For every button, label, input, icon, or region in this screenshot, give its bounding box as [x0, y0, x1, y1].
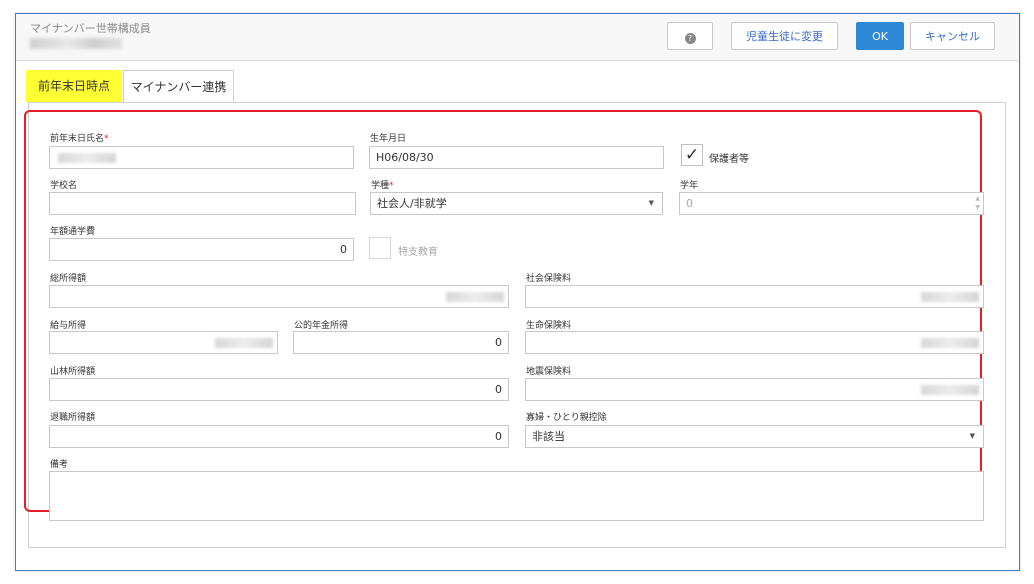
form-highlight-frame [24, 110, 982, 512]
cancel-button[interactable]: キャンセル [910, 22, 995, 50]
widow-deduction-label: 寡婦・ひとり親控除 [526, 413, 607, 423]
birthdate-field[interactable]: H06/08/30 [369, 146, 664, 169]
help-icon: ? [684, 33, 696, 44]
social-insurance-label: 社会保険料 [526, 274, 572, 284]
school-type-label: 学種* [371, 181, 394, 191]
remarks-label: 備考 [50, 460, 69, 470]
total-income-field[interactable] [49, 285, 509, 308]
earthquake-insurance-label: 地震保険料 [526, 367, 572, 377]
salary-income-field[interactable] [49, 331, 278, 354]
dialog-title: マイナンバー世帯構成員 [30, 22, 151, 35]
ok-button[interactable]: OK [856, 22, 904, 50]
member-name-redacted [30, 38, 122, 49]
grade-field[interactable]: 0 ▲ ▼ [679, 192, 984, 215]
social-insurance-redacted [921, 292, 979, 302]
chevron-down-icon: ▼ [969, 432, 975, 440]
school-name-field[interactable] [49, 192, 356, 215]
school-type-select[interactable]: 社会人/非就学 ▼ [370, 192, 663, 215]
tab-prev-year-end[interactable]: 前年末日時点 [26, 70, 122, 102]
total-income-label: 総所得額 [50, 274, 87, 284]
prev-year-name-field[interactable] [49, 146, 354, 169]
chevron-down-icon: ▼ [648, 199, 654, 207]
grade-label: 学年 [680, 181, 699, 191]
public-pension-field[interactable]: 0 [293, 331, 509, 354]
birthdate-label: 生年月日 [370, 134, 407, 144]
forest-income-label: 山林所得額 [50, 367, 96, 377]
forest-income-field[interactable]: 0 [49, 378, 509, 401]
special-education-label: 特支教育 [398, 247, 438, 258]
salary-income-label: 給与所得 [50, 321, 87, 331]
spinner-icon[interactable]: ▲ ▼ [975, 194, 980, 212]
public-pension-label: 公的年金所得 [294, 321, 349, 331]
change-to-student-button[interactable]: 児童生徒に変更 [731, 22, 838, 50]
name-redacted [58, 153, 116, 163]
prev-year-name-label: 前年末日氏名* [50, 134, 109, 144]
life-insurance-field[interactable] [525, 331, 984, 354]
retirement-income-label: 退職所得額 [50, 413, 96, 423]
help-button[interactable]: ? [667, 22, 713, 50]
retirement-income-field[interactable]: 0 [49, 425, 509, 448]
tab-mynumber-link[interactable]: マイナンバー連携 [123, 70, 234, 102]
earthquake-insurance-field[interactable] [525, 378, 984, 401]
annual-tuition-label: 年額通学費 [50, 227, 96, 237]
life-insurance-redacted [921, 338, 979, 348]
total-income-redacted [446, 292, 504, 302]
remarks-textarea[interactable] [49, 471, 984, 521]
dialog-header: マイナンバー世帯構成員 ? 児童生徒に変更 OK キャンセル [16, 14, 1019, 61]
life-insurance-label: 生命保険料 [526, 321, 572, 331]
widow-deduction-select[interactable]: 非該当 ▼ [525, 425, 984, 448]
widow-deduction-value: 非該当 [532, 430, 565, 443]
guardian-label: 保護者等 [709, 154, 749, 165]
guardian-checkbox[interactable]: ✓ [681, 144, 703, 166]
school-type-value: 社会人/非就学 [377, 197, 447, 210]
annual-tuition-field[interactable]: 0 [49, 238, 354, 261]
social-insurance-field[interactable] [525, 285, 984, 308]
school-name-label: 学校名 [50, 181, 78, 191]
earthquake-insurance-redacted [921, 385, 979, 395]
special-education-checkbox[interactable] [369, 237, 391, 259]
grade-value: 0 [686, 197, 693, 210]
salary-income-redacted [215, 338, 273, 348]
